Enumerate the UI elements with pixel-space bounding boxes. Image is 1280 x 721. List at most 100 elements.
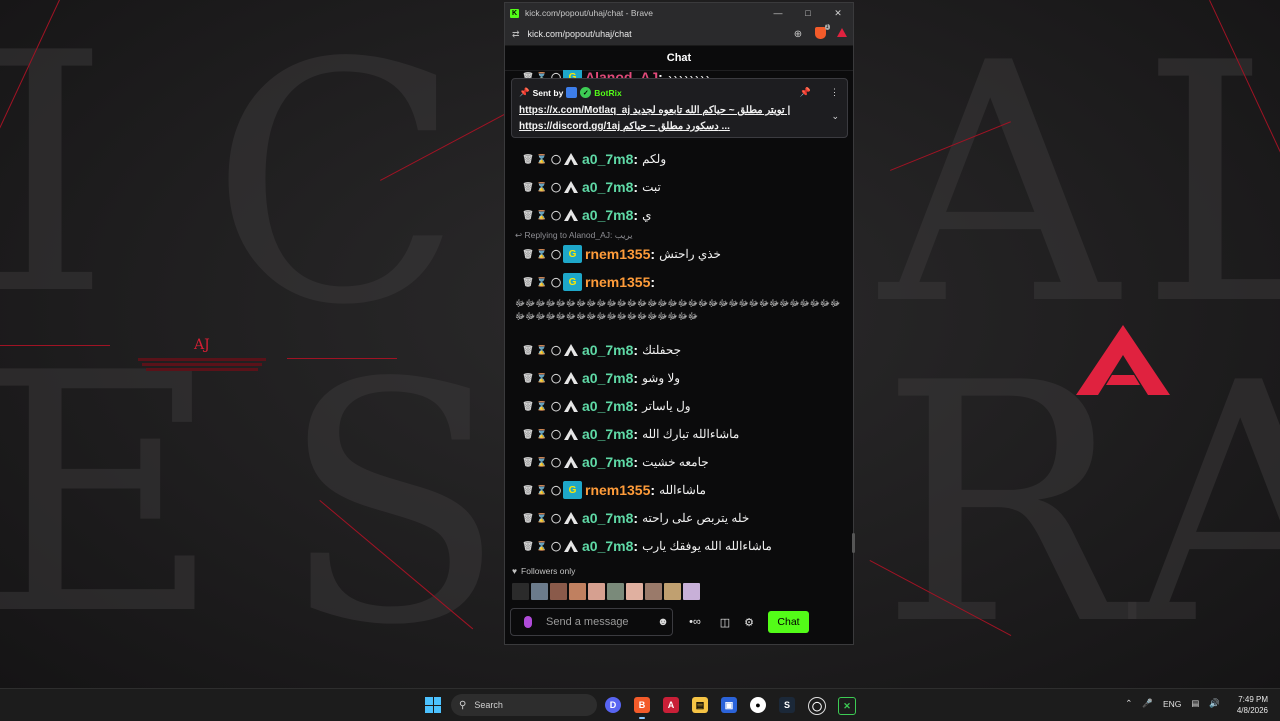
- app-icon[interactable]: ▣: [721, 697, 737, 713]
- message-input[interactable]: [544, 615, 654, 629]
- mic-tray-icon[interactable]: 🎤: [1142, 698, 1153, 709]
- gear-icon[interactable]: ⚙: [737, 616, 761, 629]
- discord-app-icon[interactable]: D: [605, 697, 621, 713]
- file-explorer-icon[interactable]: ▤: [692, 697, 708, 713]
- avatar[interactable]: [607, 583, 624, 600]
- language-indicator[interactable]: ENG: [1163, 699, 1181, 709]
- shield-icon[interactable]: ◯: [549, 345, 563, 356]
- obs-app-icon[interactable]: ●: [750, 697, 766, 713]
- avatar[interactable]: [531, 583, 548, 600]
- timeout-icon[interactable]: ⌛: [535, 345, 549, 356]
- timeout-icon[interactable]: ⌛: [535, 277, 549, 288]
- timeout-icon[interactable]: ⌛: [535, 457, 549, 468]
- trash-icon[interactable]: 🗑: [521, 249, 535, 260]
- start-button[interactable]: [425, 697, 441, 713]
- avatar[interactable]: [645, 583, 662, 600]
- shield-icon[interactable]: ◯: [549, 485, 563, 496]
- shield-icon[interactable]: ◯: [549, 457, 563, 468]
- chat-username[interactable]: rnem1355: [585, 274, 650, 290]
- timeout-icon[interactable]: ⌛: [535, 485, 549, 496]
- chat-messages[interactable]: 🗑 ⌛ ◯ G Alanod_AJ : ددددددددٍٍٍٍ 📌 Sent …: [505, 70, 853, 566]
- shield-icon[interactable]: ◯: [549, 249, 563, 260]
- timeout-icon[interactable]: ⌛: [535, 182, 549, 193]
- mic-icon[interactable]: [524, 616, 532, 628]
- url-text[interactable]: kick.com/popout/uhaj/chat: [528, 29, 787, 39]
- trash-icon[interactable]: 🗑: [521, 345, 535, 356]
- trash-icon[interactable]: 🗑: [521, 277, 535, 288]
- timeout-icon[interactable]: ⌛: [535, 249, 549, 260]
- site-settings-icon[interactable]: ⇄: [512, 29, 520, 40]
- chat-username[interactable]: a0_7m8: [582, 454, 633, 470]
- brave-shields-button[interactable]: 1: [809, 23, 831, 42]
- timeout-icon[interactable]: ⌛: [535, 541, 549, 552]
- brave-app-icon[interactable]: B: [634, 697, 650, 719]
- emoji-icon[interactable]: ☻: [654, 616, 672, 628]
- trash-icon[interactable]: 🗑: [521, 401, 535, 412]
- shield-icon[interactable]: ◯: [549, 182, 563, 193]
- shield-icon[interactable]: ◯: [549, 401, 563, 412]
- maximize-button[interactable]: □: [793, 8, 823, 18]
- clock[interactable]: 7:49 PM 4/8/2026: [1237, 694, 1268, 716]
- app-a-icon[interactable]: A: [663, 697, 679, 713]
- trash-icon[interactable]: 🗑: [521, 373, 535, 384]
- taskbar-search[interactable]: ⚲ Search: [451, 694, 597, 716]
- trash-icon[interactable]: 🗑: [521, 154, 535, 165]
- chat-username[interactable]: a0_7m8: [582, 342, 633, 358]
- shield-icon[interactable]: ◯: [549, 513, 563, 524]
- close-button[interactable]: ✕: [823, 8, 853, 19]
- trash-icon[interactable]: 🗑: [521, 182, 535, 193]
- trash-icon[interactable]: 🗑: [521, 429, 535, 440]
- network-icon[interactable]: ▤: [1191, 698, 1199, 709]
- chevron-up-icon[interactable]: ⌃: [1125, 698, 1132, 709]
- shield-icon[interactable]: ◯: [549, 373, 563, 384]
- chat-username[interactable]: a0_7m8: [582, 538, 633, 554]
- shield-icon[interactable]: ◯: [549, 429, 563, 440]
- pinned-link[interactable]: https://discord.gg/1aj: [519, 121, 620, 132]
- shield-icon[interactable]: ◯: [549, 210, 563, 221]
- brave-rewards-button[interactable]: [831, 28, 853, 40]
- chat-username[interactable]: rnem1355: [585, 246, 650, 262]
- chat-username[interactable]: a0_7m8: [582, 179, 633, 195]
- volume-icon[interactable]: 🔊: [1209, 698, 1220, 709]
- avatar[interactable]: [569, 583, 586, 600]
- chat-username[interactable]: a0_7m8: [582, 207, 633, 223]
- timeout-icon[interactable]: ⌛: [535, 401, 549, 412]
- channel-points-icon[interactable]: •∞: [683, 616, 707, 628]
- pinned-sender-name[interactable]: BotRix: [594, 88, 621, 98]
- minimize-button[interactable]: —: [763, 8, 793, 18]
- chat-username[interactable]: rnem1355: [585, 482, 650, 498]
- chevron-down-icon[interactable]: ⌄: [831, 111, 839, 122]
- chat-username[interactable]: a0_7m8: [582, 151, 633, 167]
- timeout-icon[interactable]: ⌛: [535, 513, 549, 524]
- trash-icon[interactable]: 🗑: [521, 210, 535, 221]
- trash-icon[interactable]: 🗑: [521, 485, 535, 496]
- chat-username[interactable]: a0_7m8: [582, 370, 633, 386]
- store-icon[interactable]: ◫: [713, 616, 737, 629]
- more-icon[interactable]: ⋮: [830, 87, 839, 98]
- chat-username[interactable]: a0_7m8: [582, 398, 633, 414]
- unpin-button[interactable]: 📌: [800, 87, 811, 98]
- timeout-icon[interactable]: ⌛: [535, 154, 549, 165]
- trash-icon[interactable]: 🗑: [521, 541, 535, 552]
- timeout-icon[interactable]: ⌛: [535, 210, 549, 221]
- zoom-icon[interactable]: ⊕: [787, 29, 809, 40]
- chat-username[interactable]: a0_7m8: [582, 426, 633, 442]
- avatar[interactable]: [683, 583, 700, 600]
- avatar[interactable]: [512, 583, 529, 600]
- chat-send-button[interactable]: Chat: [768, 611, 809, 633]
- avatar[interactable]: [664, 583, 681, 600]
- chat-username[interactable]: a0_7m8: [582, 510, 633, 526]
- avatar[interactable]: [626, 583, 643, 600]
- timeout-icon[interactable]: ⌛: [535, 373, 549, 384]
- chat-scrollbar[interactable]: [852, 533, 855, 553]
- shield-icon[interactable]: ◯: [549, 541, 563, 552]
- trash-icon[interactable]: 🗑: [521, 457, 535, 468]
- avatar[interactable]: [588, 583, 605, 600]
- shield-icon[interactable]: ◯: [549, 277, 563, 288]
- pinned-link[interactable]: https://x.com/Motlaq_aj: [519, 105, 630, 116]
- timeout-icon[interactable]: ⌛: [535, 429, 549, 440]
- shield-icon[interactable]: ◯: [549, 154, 563, 165]
- steam-app-icon[interactable]: S: [779, 697, 795, 713]
- trash-icon[interactable]: 🗑: [521, 513, 535, 524]
- app-globe-icon[interactable]: ◯: [808, 697, 826, 715]
